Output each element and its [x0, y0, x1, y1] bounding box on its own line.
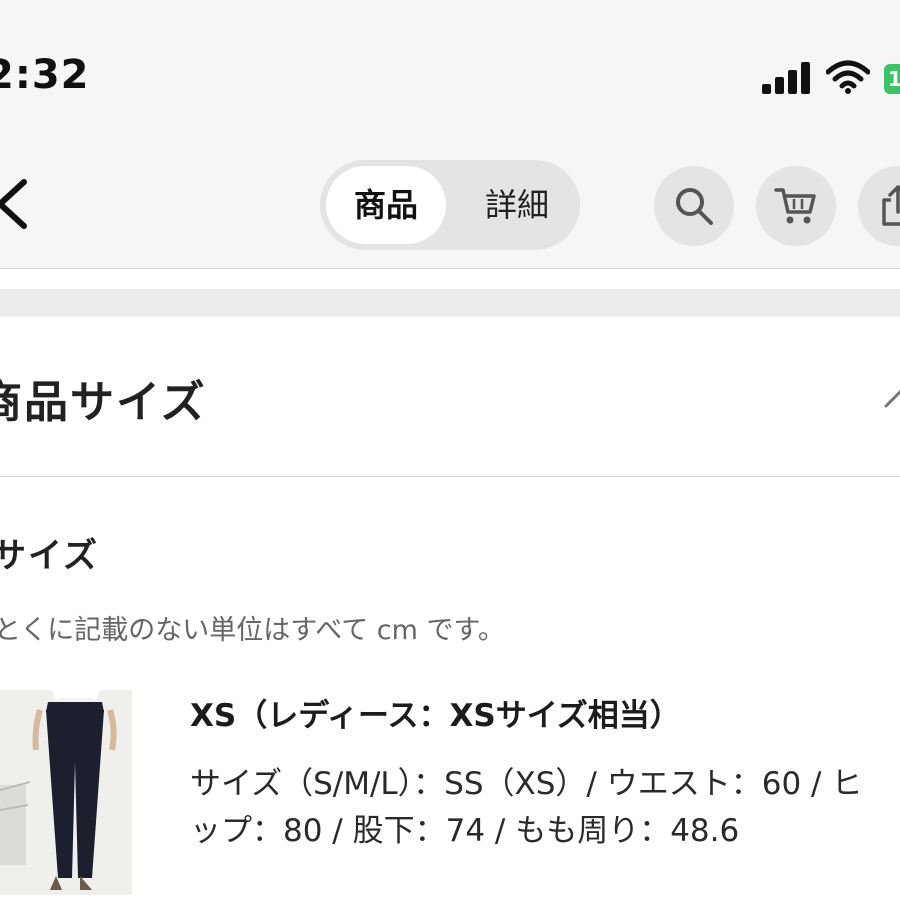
signal-icon [762, 62, 810, 94]
product-thumbnail[interactable] [0, 690, 132, 895]
size-option-title: XS（レディース：XSサイズ相当） [190, 698, 681, 734]
view-segment-control: 商品 詳細 [320, 160, 580, 250]
tab-details[interactable]: 詳細 [460, 166, 574, 244]
search-icon [676, 188, 713, 225]
search-button[interactable] [654, 166, 734, 246]
status-time: 2:32 [0, 52, 90, 98]
share-icon [882, 185, 900, 226]
share-button[interactable] [858, 166, 900, 246]
size-spec-line-2: ップ：80 / 股下：74 / もも周り：48.6 [190, 813, 740, 849]
section-title[interactable]: 商品サイズ [0, 366, 207, 430]
section-gap [0, 289, 900, 317]
top-bar: 2:32 1 商品 詳細 [0, 0, 900, 269]
tab-product[interactable]: 商品 [326, 166, 446, 244]
chevron-up-icon[interactable] [880, 380, 900, 420]
cart-button[interactable] [756, 166, 836, 246]
wifi-icon [826, 60, 870, 94]
back-chevron-icon[interactable] [0, 178, 30, 230]
divider [0, 476, 900, 477]
cart-icon [774, 188, 816, 224]
unit-note: とくに記載のない単位はすべて cm です。 [0, 615, 505, 646]
battery-indicator: 1 [884, 64, 900, 94]
model-photo [0, 690, 132, 895]
size-spec-line-1: サイズ（S/M/L）：SS（XS）/ ウエスト：60 / ヒ [190, 766, 863, 802]
size-heading: サイズ [0, 536, 99, 576]
